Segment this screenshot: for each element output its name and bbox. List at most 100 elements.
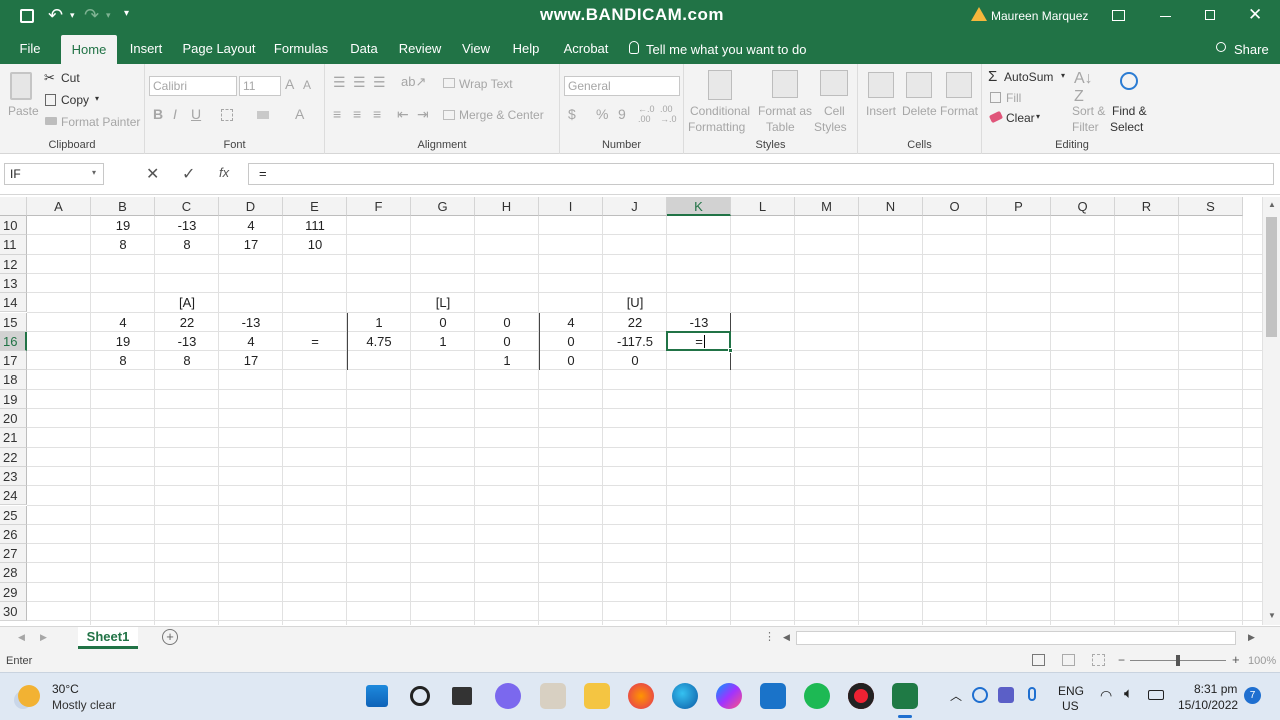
sheet-next-icon[interactable]: ▶ (40, 632, 47, 643)
row-header-13[interactable]: 13 (0, 273, 27, 294)
comma-icon[interactable]: 9 (618, 106, 626, 122)
font-color-icon[interactable]: A (295, 106, 304, 122)
name-box[interactable]: IF (4, 163, 104, 185)
percent-icon[interactable]: % (596, 106, 608, 122)
cell-d11[interactable]: 17 (219, 235, 283, 254)
clear-dropdown-icon[interactable]: ▾ (1036, 112, 1040, 121)
column-header-c[interactable]: C (155, 197, 219, 216)
row-header-14[interactable]: 14 (0, 293, 27, 313)
paste-button[interactable]: Paste (8, 104, 39, 118)
mail-icon[interactable] (760, 683, 786, 709)
cell-i15[interactable]: 4 (539, 313, 603, 332)
weather-condition[interactable]: Mostly clear (52, 698, 116, 712)
scroll-down-icon[interactable]: ▼ (1268, 611, 1276, 620)
align-right-icon[interactable]: ≡ (373, 106, 381, 122)
zoom-in-icon[interactable]: + (1232, 652, 1240, 667)
restore-icon[interactable] (1205, 10, 1215, 20)
microphone-icon[interactable] (1028, 687, 1036, 701)
row-header-21[interactable]: 21 (0, 428, 27, 448)
sheet-options-icon[interactable]: ⋮ (764, 630, 775, 643)
redo-icon[interactable]: ↷ (84, 5, 99, 26)
column-header-h[interactable]: H (475, 197, 539, 216)
align-left-icon[interactable]: ≡ (333, 106, 341, 122)
share-button[interactable]: Share (1234, 42, 1269, 57)
cell-c15[interactable]: 22 (155, 313, 219, 332)
battery-icon[interactable] (1148, 690, 1164, 700)
insert-cells-button[interactable]: Insert (866, 104, 896, 118)
cell-j14[interactable]: [U] (603, 293, 667, 312)
column-header-r[interactable]: R (1115, 197, 1179, 216)
weather-temp[interactable]: 30°C (52, 682, 79, 696)
column-header-m[interactable]: M (795, 197, 859, 216)
format-cells-icon[interactable] (946, 72, 972, 98)
align-center-icon[interactable]: ≡ (353, 106, 361, 122)
column-header-g[interactable]: G (411, 197, 475, 216)
sort-filter-button-line2[interactable]: Filter (1072, 120, 1099, 134)
messenger-icon[interactable] (716, 683, 742, 709)
wifi-icon[interactable]: ◠ (1100, 687, 1112, 704)
fill-color-icon[interactable] (257, 111, 269, 119)
sheet-prev-icon[interactable]: ◀ (18, 632, 25, 643)
bold-icon[interactable]: B (153, 106, 163, 122)
cell-f16[interactable]: 4.75 (347, 332, 411, 351)
tab-help[interactable]: Help (508, 34, 544, 64)
row-header-12[interactable]: 12 (0, 254, 27, 274)
find-select-icon[interactable] (1120, 72, 1138, 90)
conditional-formatting-button-line2[interactable]: Formatting (688, 120, 745, 134)
cell-b10[interactable]: 19 (91, 216, 155, 235)
format-as-table-button-line2[interactable]: Table (766, 120, 795, 134)
clear-button[interactable]: Clear (1006, 111, 1035, 125)
column-header-p[interactable]: P (987, 197, 1051, 216)
cell-k16[interactable]: = (667, 332, 731, 351)
sheet-tab-sheet1[interactable]: Sheet1 (78, 627, 138, 649)
column-header-n[interactable]: N (859, 197, 923, 216)
row-header-30[interactable]: 30 (0, 602, 27, 622)
find-select-button-line2[interactable]: Select (1110, 120, 1143, 134)
row-header-24[interactable]: 24 (0, 486, 27, 506)
task-view-icon[interactable] (452, 687, 472, 705)
search-icon[interactable] (410, 686, 430, 706)
save-icon[interactable] (20, 9, 34, 23)
cell-c10[interactable]: -13 (155, 216, 219, 235)
scroll-up-icon[interactable]: ▲ (1268, 200, 1276, 209)
increase-font-icon[interactable]: A (285, 76, 294, 92)
column-header-a[interactable]: A (27, 197, 91, 216)
row-header-18[interactable]: 18 (0, 370, 27, 390)
cell-e11[interactable]: 10 (283, 235, 347, 254)
horizontal-scroll-track[interactable] (796, 631, 1236, 645)
column-header-b[interactable]: B (91, 197, 155, 216)
worksheet-grid[interactable]: ABCDEFGHIJKLMNOPQRS 10 11 12 13 14 15 16 17 18 19… (0, 197, 1262, 625)
cell-h15[interactable]: 0 (475, 313, 539, 332)
cell-e10[interactable]: 111 (283, 216, 347, 235)
font-size-select[interactable]: 11 (239, 76, 281, 96)
language-eng[interactable]: ENG (1058, 684, 1084, 698)
cell-b17[interactable]: 8 (91, 351, 155, 370)
format-painter-button[interactable]: Format Painter (61, 115, 140, 129)
vertical-scrollbar[interactable]: ▲ ▼ (1262, 197, 1280, 625)
name-box-dropdown-icon[interactable]: ▾ (92, 168, 96, 177)
borders-icon[interactable] (221, 109, 233, 121)
page-layout-view-icon[interactable] (1062, 654, 1075, 666)
row-header-11[interactable]: 11 (0, 235, 27, 255)
fill-icon[interactable] (990, 92, 1001, 103)
cell-b15[interactable]: 4 (91, 313, 155, 332)
wrap-text-button[interactable]: Wrap Text (459, 77, 513, 91)
fill-button[interactable]: Fill (1006, 91, 1021, 105)
row-header-28[interactable]: 28 (0, 563, 27, 583)
ribbon-display-icon[interactable] (1112, 10, 1125, 21)
tab-page-layout[interactable]: Page Layout (180, 34, 258, 64)
cell-d16[interactable]: 4 (219, 332, 283, 351)
clock-time[interactable]: 8:31 pm (1194, 682, 1237, 696)
row-header-25[interactable]: 25 (0, 505, 27, 525)
column-header-q[interactable]: Q (1051, 197, 1115, 216)
format-painter-icon[interactable] (45, 117, 57, 125)
cell-styles-button-line2[interactable]: Styles (814, 120, 847, 134)
zoom-level[interactable]: 100% (1248, 655, 1276, 667)
tab-formulas[interactable]: Formulas (270, 34, 332, 64)
teams-chat-icon[interactable] (495, 683, 521, 709)
vertical-scroll-thumb[interactable] (1266, 217, 1277, 337)
tab-home[interactable]: Home (61, 35, 117, 64)
normal-view-icon[interactable] (1032, 654, 1045, 666)
column-header-s[interactable]: S (1179, 197, 1243, 216)
cell-c14[interactable]: [A] (155, 293, 219, 312)
